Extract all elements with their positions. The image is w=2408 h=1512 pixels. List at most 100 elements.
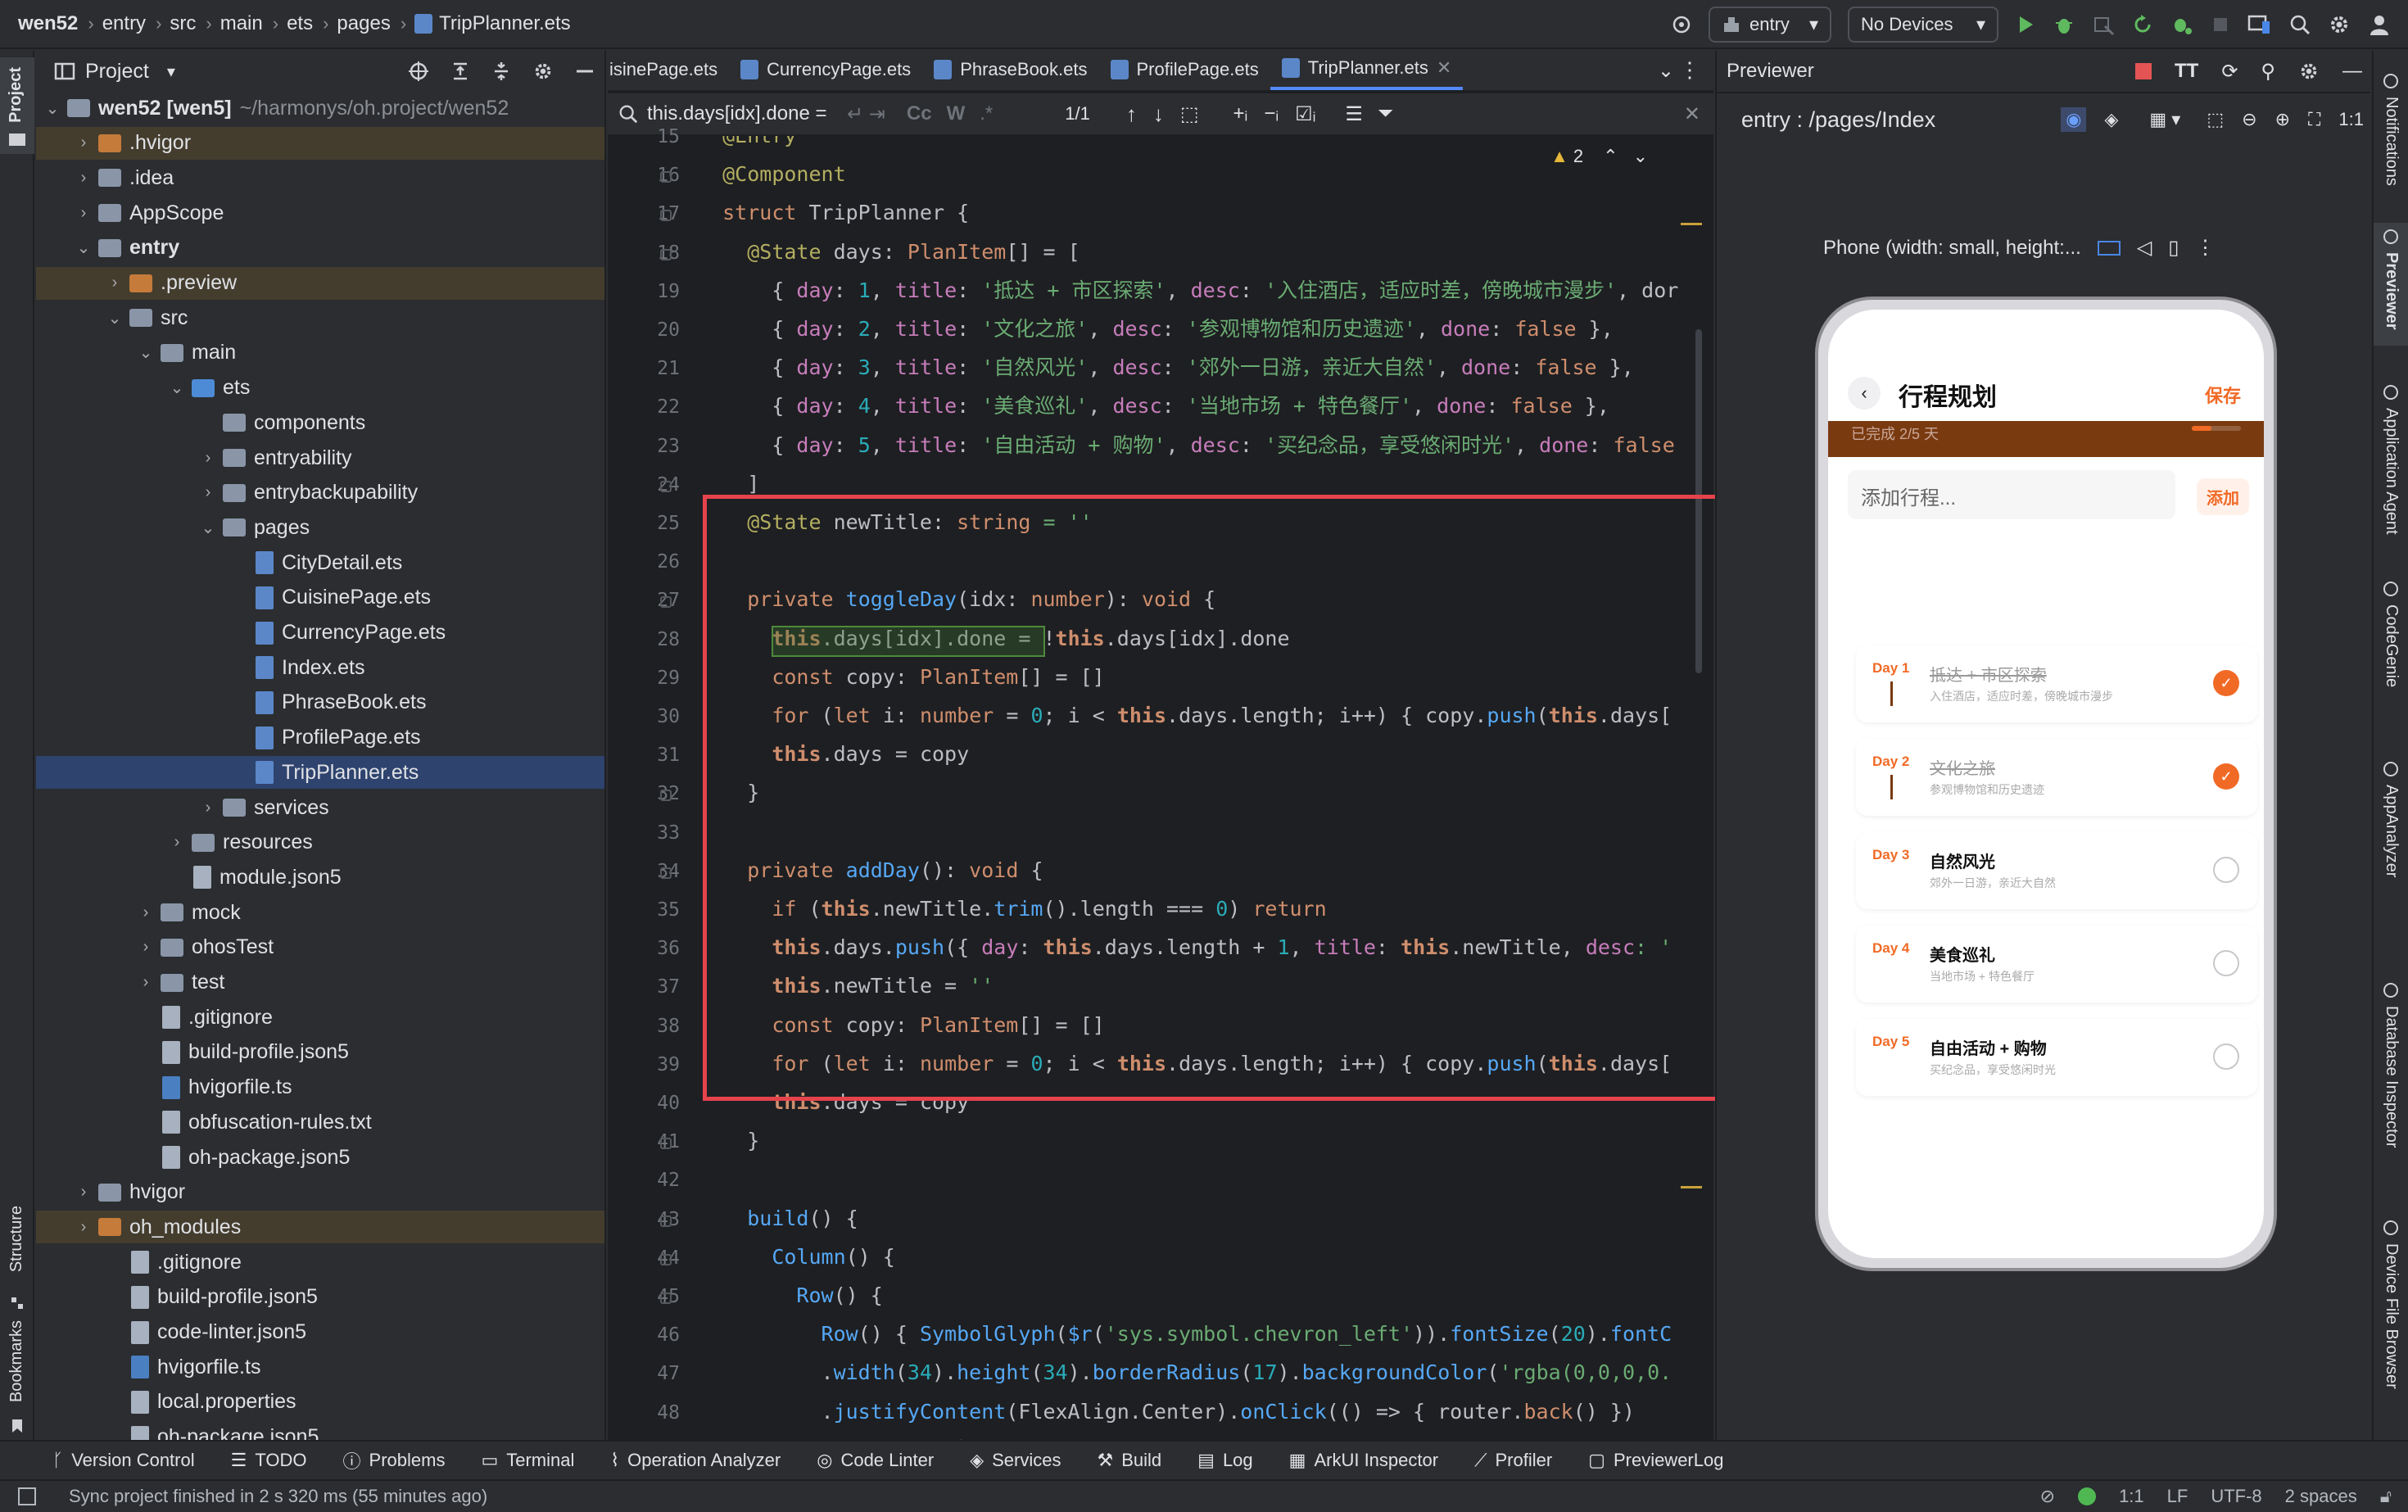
day-card[interactable]: Day 1 抵达 + 市区探索 入住酒店，适应时差，傍晚城市漫步 ✓ xyxy=(1856,645,2257,722)
tool-window-previewerlog[interactable]: ▢ PreviewerLog xyxy=(1588,1450,1723,1471)
breadcrumb-item[interactable]: entry xyxy=(102,12,146,35)
rotate-icon[interactable]: ▯ xyxy=(2168,236,2179,260)
code-line[interactable]: } xyxy=(698,1123,759,1159)
fold-marker-icon[interactable] xyxy=(660,790,672,802)
code-line[interactable]: private addDay(): void { xyxy=(698,853,1043,889)
expand-all-icon[interactable] xyxy=(450,61,470,82)
warning-indicator[interactable]: ▲ 2 ⌃ ⌄ xyxy=(1550,146,1648,167)
tool-window-terminal[interactable]: ▭ Terminal xyxy=(481,1450,574,1471)
chevron-down-icon[interactable]: ⌄ xyxy=(167,378,187,398)
tree-item[interactable]: › resources xyxy=(36,826,604,859)
line-separator[interactable]: LF xyxy=(2167,1486,2188,1507)
apply-changes-icon[interactable] xyxy=(2131,13,2154,36)
file-encoding[interactable]: UTF-8 xyxy=(2211,1486,2261,1507)
day-card[interactable]: Day 4 美食巡礼 当地市场 + 特色餐厅 xyxy=(1856,926,2257,1003)
chevron-down-icon[interactable]: ⌄ xyxy=(105,308,124,328)
tree-item[interactable]: obfuscation-rules.txt xyxy=(36,1106,604,1139)
tool-button-application-agent[interactable]: Application Agent xyxy=(2374,378,2408,559)
tool-window-services[interactable]: ◈ Services xyxy=(970,1450,1061,1471)
code-line[interactable]: { day: 4, title: '美食巡礼', desc: '当地市场 + 特… xyxy=(698,388,1609,424)
refresh-icon[interactable]: ⟳ xyxy=(2221,60,2238,84)
code-line[interactable]: @State newTitle: string = '' xyxy=(698,505,1092,541)
chevron-right-icon[interactable]: › xyxy=(136,973,156,992)
code-line[interactable]: for (let i: number = 0; i < this.days.le… xyxy=(698,1046,1672,1082)
layers-icon[interactable]: ◈ xyxy=(2104,109,2118,130)
chevron-right-icon[interactable]: › xyxy=(167,833,187,852)
tree-item[interactable]: build-profile.json5 xyxy=(36,1281,604,1314)
indent-setting[interactable]: 2 spaces xyxy=(2285,1486,2357,1507)
tree-item[interactable]: CityDetail.ets xyxy=(36,546,604,579)
tool-window-arkui-inspector[interactable]: ▦ ArkUI Inspector xyxy=(1289,1450,1438,1471)
code-line[interactable]: this.newTitle = '' xyxy=(698,968,994,1004)
fold-marker-icon[interactable] xyxy=(660,867,672,879)
fold-marker-icon[interactable] xyxy=(660,248,672,260)
chevron-right-icon[interactable]: › xyxy=(74,169,93,188)
chevron-down-icon[interactable]: ⌄ xyxy=(74,238,93,258)
tree-item[interactable]: ⌄ wen52 [wen5] ~/harmonys/oh.project/wen52 xyxy=(36,92,604,124)
tree-item[interactable]: components xyxy=(36,406,604,439)
project-tool-button[interactable]: Project xyxy=(0,57,34,154)
caret-position[interactable]: 1:1 xyxy=(2119,1486,2144,1507)
whole-words-toggle[interactable]: W xyxy=(947,102,966,125)
tree-item[interactable]: › entryability xyxy=(36,441,604,474)
tree-item[interactable]: hvigorfile.ts xyxy=(36,1351,604,1383)
tool-window-profiler[interactable]: ⟋ Profiler xyxy=(1474,1450,1552,1471)
tree-item[interactable]: oh-package.json5 xyxy=(36,1141,604,1174)
collapse-all-icon[interactable] xyxy=(491,61,511,82)
fold-marker-icon[interactable] xyxy=(660,1215,672,1227)
gear-icon[interactable] xyxy=(2328,13,2351,36)
tree-item[interactable]: CurrencyPage.ets xyxy=(36,617,604,650)
tool-button-codegenie[interactable]: CodeGenie xyxy=(2374,575,2408,755)
regex-toggle[interactable]: .* xyxy=(980,102,993,125)
tab-currencypage[interactable]: CurrencyPage.ets xyxy=(729,49,922,90)
code-line[interactable]: this.days = copy xyxy=(698,1084,969,1120)
back-triangle-icon[interactable]: ◁ xyxy=(2137,236,2152,260)
chevron-right-icon[interactable]: › xyxy=(74,1218,93,1237)
day-card[interactable]: Day 2 文化之旅 参观博物馆和历史遗迹 ✓ xyxy=(1856,739,2257,816)
code-line[interactable]: .width(34).height(34).borderRadius(17).b… xyxy=(698,1355,1672,1391)
add-button[interactable]: 添加 xyxy=(2197,478,2249,515)
gear-icon[interactable] xyxy=(2298,61,2320,82)
fold-marker-icon[interactable] xyxy=(660,1138,672,1150)
breadcrumb-item[interactable]: src xyxy=(170,12,196,35)
tree-item[interactable]: .gitignore xyxy=(36,1246,604,1279)
power-save-icon[interactable]: ⊘ xyxy=(2040,1486,2055,1507)
code-line[interactable]: Row() { xyxy=(698,1278,882,1314)
day-card[interactable]: Day 3 自然风光 郊外一日游，亲近大自然 xyxy=(1856,832,2257,909)
fold-marker-icon[interactable] xyxy=(660,596,672,609)
scrollbar-thumb[interactable] xyxy=(1695,329,1702,673)
device-select[interactable]: No Devices ▾ xyxy=(1848,7,1998,43)
code-line[interactable]: Row() { SymbolGlyph($r('sys.symbol.chevr… xyxy=(698,1316,1672,1352)
bookmarks-tool-button[interactable]: Bookmarks xyxy=(0,1296,34,1435)
tab-phrasebook[interactable]: PhraseBook.ets xyxy=(922,49,1098,90)
tab-tripplanner[interactable]: TripPlanner.ets ✕ xyxy=(1270,49,1464,90)
tool-button-notifications[interactable]: Notifications xyxy=(2374,67,2408,206)
more-vertical-icon[interactable]: ⋮ xyxy=(1679,57,1700,83)
chevron-down-icon[interactable]: ⌄ xyxy=(136,342,156,363)
checked-circle-icon[interactable]: ✓ xyxy=(2213,763,2239,790)
code-line[interactable]: if (this.newTitle.trim().length === 0) r… xyxy=(698,891,1326,927)
attach-debugger-icon[interactable] xyxy=(2092,13,2115,36)
fold-marker-icon[interactable] xyxy=(660,210,672,222)
chevron-down-icon[interactable]: ⌄ xyxy=(1658,59,1674,83)
tree-item[interactable]: › ohosTest xyxy=(36,931,604,964)
save-button[interactable]: 保存 xyxy=(2205,382,2241,408)
chevron-right-icon[interactable]: › xyxy=(74,134,93,152)
code-line[interactable]: private toggleDay(idx: number): void { xyxy=(698,582,1215,618)
code-line[interactable]: const copy: PlanItem[] = [] xyxy=(698,659,1104,695)
back-button[interactable]: ‹ xyxy=(1848,377,1881,410)
close-icon[interactable]: ✕ xyxy=(1437,57,1451,79)
code-line[interactable]: .justifyContent(FlexAlign.Center).onClic… xyxy=(698,1394,1635,1430)
locate-file-icon[interactable] xyxy=(408,61,429,82)
code-line[interactable]: build() { xyxy=(698,1201,858,1237)
tree-item[interactable]: PhraseBook.ets xyxy=(36,686,604,719)
font-size-icon[interactable]: TT xyxy=(2175,60,2198,83)
tree-item[interactable]: module.json5 xyxy=(36,861,604,894)
tool-button-device-file-browser[interactable]: Device File Browser xyxy=(2374,1214,2408,1394)
chevron-right-icon[interactable]: › xyxy=(136,938,156,957)
pin-icon[interactable]: ⚲ xyxy=(2261,60,2275,84)
code-line[interactable]: const copy: PlanItem[] = [] xyxy=(698,1007,1104,1043)
code-line[interactable]: this.days = copy xyxy=(698,736,969,772)
code-line[interactable]: { day: 2, title: '文化之旅', desc: '参观博物馆和历史… xyxy=(698,311,1613,347)
device-manager-icon[interactable] xyxy=(2247,13,2272,36)
